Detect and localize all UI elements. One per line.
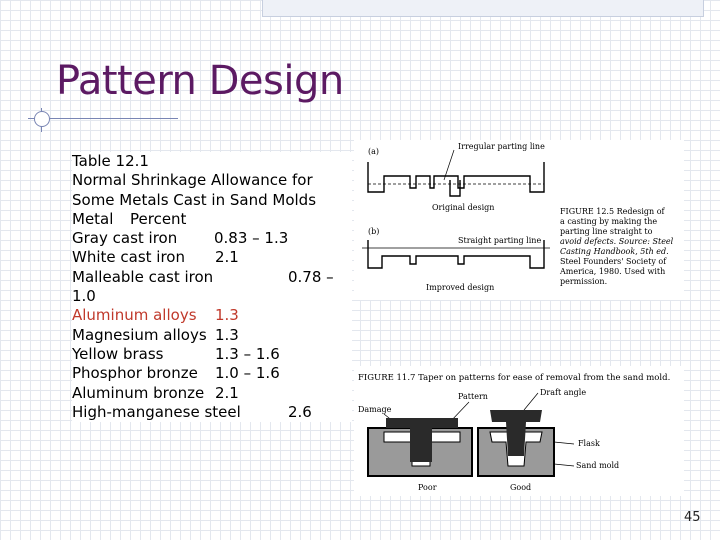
- metal-cell: Phosphor bronze: [72, 364, 198, 383]
- percent-cell: 0.83 – 1.3: [214, 229, 289, 248]
- title-marker-circle: [34, 111, 50, 127]
- metal-cell: High-manganese steel: [72, 402, 241, 421]
- table-row: Phosphor bronze 1.0 – 1.6: [72, 364, 352, 383]
- table-row: Yellow brass 1.3 – 1.6: [72, 345, 352, 364]
- shrinkage-table: Table 12.1 Normal Shrinkage Allowance fo…: [72, 152, 352, 423]
- irregular-parting-line-label: Irregular parting line: [458, 142, 545, 151]
- caption-line: Casting Handbook, 5th ed.: [560, 247, 669, 256]
- table-heading-line-2: Some Metals Cast in Sand Molds: [72, 190, 317, 209]
- percent-cell: 2.1: [215, 248, 239, 267]
- percent-cell: 2.6: [288, 402, 312, 421]
- percent-cell: 1.3: [215, 306, 239, 325]
- metal-cell: Aluminum alloys: [72, 306, 197, 325]
- original-design-label: Original design: [432, 203, 494, 212]
- figure-label-b: (b): [368, 227, 379, 236]
- original-casting-drawing: [367, 162, 545, 197]
- percent-cell: 2.1: [215, 383, 239, 402]
- title-underline: [28, 118, 178, 119]
- table-heading-line-1: Normal Shrinkage Allowance for: [72, 171, 313, 190]
- percent-cell: 0.78 –: [288, 267, 334, 286]
- metal-cell: Malleable cast iron: [72, 267, 214, 286]
- table-row: Malleable cast iron 0.78 –: [72, 268, 352, 287]
- table-row: 1.0: [72, 287, 352, 306]
- percent-cell: 1.0 – 1.6: [215, 364, 280, 383]
- metal-cell: Magnesium alloys: [72, 325, 207, 344]
- figure-11-7-caption: FIGURE 11.7 Taper on patterns for ease o…: [358, 373, 670, 383]
- page-number: 45: [684, 510, 701, 525]
- table-row: White cast iron 2.1: [72, 248, 352, 267]
- good-mold-drawing: [477, 410, 555, 477]
- column-header-metal: Metal: [72, 209, 114, 228]
- figure-12-5-caption: FIGURE 12.5 Redesign of a casting by mak…: [559, 207, 674, 286]
- figure-label-a: (a): [368, 147, 379, 156]
- percent-cell: 1.0: [72, 287, 96, 306]
- caption-line: permission.: [560, 277, 607, 286]
- straight-parting-line-label: Straight parting line: [458, 236, 541, 245]
- table-row: Magnesium alloys 1.3: [72, 326, 352, 345]
- sand-mold-label: Sand mold: [576, 461, 619, 470]
- draft-angle-label: Draft angle: [540, 388, 586, 397]
- table-row: High-manganese steel 2.6: [72, 403, 352, 422]
- figure-casting-redesign: (a) Irregular parting line Original desi…: [354, 140, 684, 300]
- caption-line: America, 1980. Used with: [559, 267, 665, 276]
- percent-cell: 1.3: [215, 325, 239, 344]
- caption-line: Steel Founders' Society of: [560, 257, 667, 266]
- metal-cell: Yellow brass: [72, 344, 164, 363]
- caption-line: parting line straight to: [560, 227, 653, 236]
- column-header-percent: Percent: [130, 209, 187, 228]
- header-decoration: [262, 0, 704, 17]
- poor-label: Poor: [418, 483, 437, 492]
- poor-mold-drawing: [367, 418, 473, 477]
- slide-title: Pattern Design: [56, 58, 344, 104]
- caption-line: a casting by making the: [560, 217, 657, 226]
- table-column-headers: Metal Percent: [72, 210, 352, 229]
- metal-cell: Gray cast iron: [72, 229, 178, 248]
- table-row: Aluminum alloys 1.3: [72, 306, 352, 325]
- table-row: Gray cast iron 0.83 – 1.3: [72, 229, 352, 248]
- metal-cell: Aluminum bronze: [72, 383, 205, 402]
- table-caption: Table 12.1: [72, 152, 149, 170]
- caption-line: avoid defects. Source: Steel: [560, 237, 674, 246]
- damage-label: Damage: [358, 405, 392, 414]
- pattern-label: Pattern: [458, 392, 488, 401]
- caption-line: FIGURE 12.5 Redesign of: [560, 207, 666, 216]
- table-row: Aluminum bronze 2.1: [72, 384, 352, 403]
- figure-pattern-taper: FIGURE 11.7 Taper on patterns for ease o…: [354, 366, 684, 496]
- metal-cell: White cast iron: [72, 248, 185, 267]
- good-label: Good: [510, 483, 531, 492]
- percent-cell: 1.3 – 1.6: [215, 344, 280, 363]
- flask-label: Flask: [578, 439, 600, 448]
- improved-design-label: Improved design: [426, 283, 494, 292]
